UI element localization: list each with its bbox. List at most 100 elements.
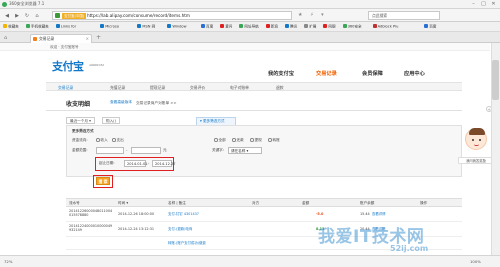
tab-close-icon[interactable]: ×	[86, 35, 89, 43]
bookmark-item[interactable]: MSN 网	[137, 24, 155, 30]
new-tab-icon[interactable]: +	[96, 34, 101, 41]
subnav-reviews[interactable]: 交易评价	[190, 85, 205, 91]
bookmark-icon	[55, 24, 60, 28]
bookmark-item[interactable]: Window	[167, 24, 187, 29]
row-name[interactable]: 转账-(账户支付成功)缴费	[168, 241, 206, 245]
bookmark-item[interactable]: 收藏夹	[3, 24, 19, 30]
amount-unit: 元	[163, 148, 167, 152]
income-radio[interactable]: 收入	[96, 138, 108, 143]
bookmark-item[interactable]: 新浪	[265, 24, 278, 30]
tab-transaction-records[interactable]: 交易记录 ×	[30, 34, 92, 43]
radio-icon	[268, 138, 272, 142]
bookmark-item[interactable]: 360安全	[342, 24, 362, 30]
keyword-select[interactable]: 请在名称 ▾	[228, 147, 262, 154]
browser-search-input[interactable]: 点此搜索	[368, 11, 440, 20]
tab-bar: ⌂ 交易记录 × +	[0, 32, 500, 43]
status-bar: 72% 100%	[0, 255, 500, 267]
maximize-icon[interactable]: □	[479, 1, 488, 7]
subnav-refunds[interactable]: 退款	[276, 85, 284, 91]
bookmark-item[interactable]: 手机收藏夹	[25, 24, 49, 30]
tab-home-icon[interactable]: ⌂	[4, 35, 7, 41]
bookmark-icon	[25, 24, 30, 28]
minimize-icon[interactable]: –	[469, 1, 478, 7]
address-toolbar: ◀ ▶ ↻ ⌂ 支付宝(中国) https://lab.alipay.com/c…	[0, 9, 500, 22]
period-dropdown[interactable]: 最近一个月 ▾	[66, 117, 95, 124]
forward-icon[interactable]: ▶	[13, 12, 21, 20]
nav-app-center[interactable]: 应用中心	[404, 70, 425, 77]
bookmark-item[interactable]: 腾讯	[285, 24, 297, 30]
bookmark-item[interactable]: 网址导航	[239, 24, 259, 30]
merchant-statement-link[interactable]: 交易记录商户对账单 >>	[136, 101, 177, 106]
site-top-links[interactable]: 欢迎 · 支付宝账号	[50, 45, 79, 50]
browser-logo-icon	[2, 1, 7, 7]
refresh-icon[interactable]: ↻	[23, 12, 31, 20]
filter-all-radio[interactable]: 全部	[214, 138, 226, 143]
radio-icon	[112, 138, 116, 142]
bookmark-icon	[167, 24, 172, 28]
bookmark-item[interactable]: 爱问	[220, 24, 232, 30]
advanced-version-link[interactable]: 查看高级版本	[110, 100, 132, 105]
browser-title: 360安全浏览器 7.1	[9, 1, 45, 6]
more-filters-tab[interactable]: ▾ 更多筛选方式	[196, 117, 236, 125]
scrollbar-thumb[interactable]	[492, 60, 499, 100]
close-icon[interactable]: ✕	[489, 1, 498, 7]
filter-heading: 更多筛选方式	[72, 129, 94, 133]
subnav-recharge[interactable]: 充值记录	[110, 85, 125, 91]
bookmark-item[interactable]: 网银	[323, 24, 336, 30]
watermark-domain: 52ij.com	[390, 244, 429, 253]
col-time[interactable]: 时间 ▾	[118, 201, 128, 206]
bookmark-icon	[265, 24, 270, 28]
bookmark-item[interactable]: Adblock Plu	[372, 24, 398, 29]
row-time: 2014-12-24 13:12:31	[118, 227, 155, 231]
purchase-filter[interactable]: 购入()	[102, 117, 120, 124]
home-icon[interactable]: ⌂	[33, 12, 41, 20]
bookmark-item[interactable]: Links for	[55, 24, 76, 29]
row-name[interactable]: 支付-(退款)电商	[168, 227, 192, 231]
bookmark-item[interactable]: 百度	[424, 24, 436, 30]
serial-number: 20141226000048011004 015578880	[69, 209, 113, 218]
row-details-link[interactable]: 查看详情	[372, 212, 386, 216]
nav-member-protection[interactable]: 会员保障	[362, 70, 383, 77]
sub-navigation: 交易记录 充值记录 提现记录 交易评价 电子对账单 退款	[46, 82, 462, 91]
site-identity-badge: 支付宝(中国)	[62, 13, 87, 19]
subnav-transactions[interactable]: 交易记录	[58, 85, 73, 91]
lock-icon	[55, 13, 60, 18]
filter-repay-radio[interactable]: 还款	[232, 138, 244, 143]
mascot-label[interactable]: 我问我答奖励	[458, 157, 494, 164]
col-balance: 账户余额	[360, 201, 375, 205]
toolbar-icons[interactable]: ★ ⚡ ▾	[298, 12, 327, 18]
divider	[46, 110, 462, 111]
search-button[interactable]: 搜 索	[96, 177, 110, 185]
bookmark-icon	[3, 24, 7, 28]
amount-min-input[interactable]	[96, 147, 124, 154]
amount-max-input[interactable]	[131, 147, 161, 154]
col-serial: 流水号	[69, 201, 80, 205]
zoom-level[interactable]: 100%	[470, 259, 481, 264]
address-bar[interactable]: 支付宝(中国) https://lab.alipay.com/consume/r…	[52, 11, 292, 20]
tab-favicon-icon	[33, 37, 37, 41]
row-name[interactable]: 支付-钉钉 4301437	[168, 212, 199, 216]
tab-label: 交易记录	[39, 36, 55, 41]
bookmark-item[interactable]: 扩展	[304, 24, 316, 30]
expense-radio[interactable]: 支出	[112, 138, 124, 143]
bookmark-item[interactable]: Microso	[100, 24, 119, 29]
status-text: 72%	[4, 259, 13, 264]
bookmark-icon	[424, 24, 429, 28]
bookmark-icon	[239, 24, 244, 28]
filter-withdraw-radio[interactable]: 提现	[250, 138, 262, 143]
url-text[interactable]: https://lab.alipay.com/consume/record/it…	[87, 13, 190, 18]
bookmarks-bar: 收藏夹 手机收藏夹 Links for Microso MSN 网 Window 百度 爱问 网…	[0, 22, 500, 32]
nav-transaction-records[interactable]: 交易记录	[316, 70, 337, 77]
nav-my-alipay[interactable]: 我的支付宝	[268, 70, 294, 77]
row-balance: 15.44	[360, 212, 370, 216]
subnav-withdraw[interactable]: 提现记录	[150, 85, 165, 91]
alipay-logo[interactable]: 支付宝 ALIPAY.COM	[52, 58, 104, 74]
bookmark-item[interactable]: 百度	[201, 24, 213, 30]
bookmark-icon	[137, 24, 142, 28]
subnav-statements[interactable]: 电子对账单	[230, 85, 249, 91]
mascot-avatar[interactable]	[465, 128, 487, 150]
back-icon[interactable]: ◀	[3, 12, 11, 20]
table-row: 20141226000048011004 015578880 2014-12-2…	[66, 208, 462, 222]
bookmark-icon	[285, 24, 289, 28]
filter-transfer-radio[interactable]: 转账	[268, 138, 280, 143]
